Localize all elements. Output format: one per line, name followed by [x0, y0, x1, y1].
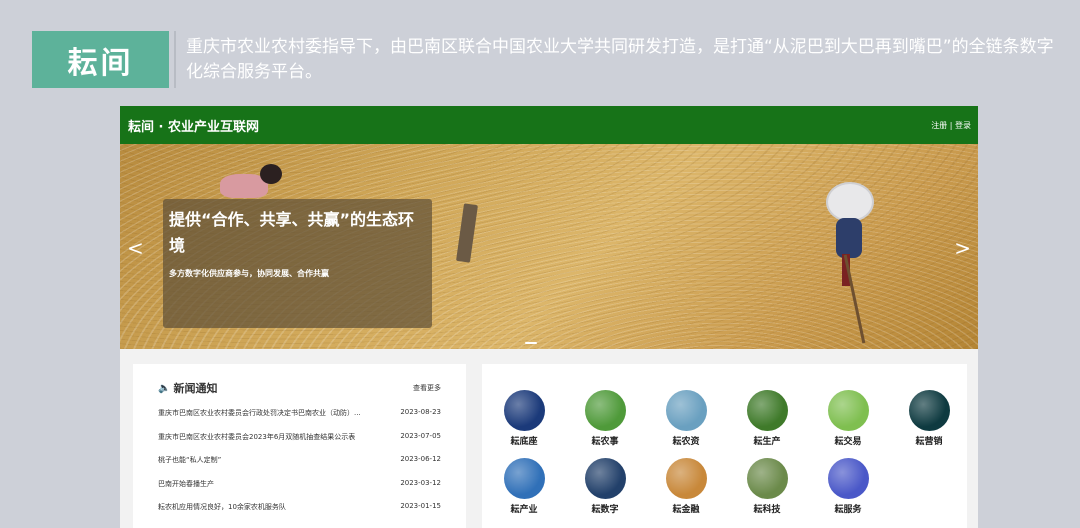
carousel-indicator[interactable] — [525, 342, 537, 344]
app-icon[interactable] — [746, 458, 788, 499]
app-tile[interactable]: 耘金融 — [656, 458, 716, 515]
divider — [174, 31, 176, 88]
app-tile[interactable]: 耘服务 — [818, 458, 878, 515]
app-icon[interactable] — [584, 390, 626, 431]
app-icon[interactable] — [503, 390, 545, 431]
app-label: 耘数字 — [591, 505, 619, 515]
register-login-link[interactable]: 注册 | 登录 — [931, 120, 971, 131]
banner-caption: 提供“合作、共享、共赢”的生态环境 多方数字化供应商参与，协同发展、合作共赢 — [163, 199, 432, 328]
app-label: 耘产业 — [510, 505, 538, 515]
more-link[interactable]: 查看更多 — [413, 383, 441, 393]
news-item-title[interactable]: 巴南开始春播生产 — [158, 479, 378, 489]
app-label: 耘底座 — [510, 437, 538, 447]
news-title-label: 新闻通知 — [173, 382, 218, 395]
banner-prev-arrow[interactable]: < — [127, 236, 144, 260]
app-icon[interactable] — [584, 458, 626, 499]
news-title: 🔈 新闻通知 — [158, 380, 217, 396]
news-item-title[interactable]: 重庆市巴南区农业农村委员会2023年6月双随机抽查结果公示表 — [158, 432, 378, 442]
news-item[interactable]: 桃子也能“私人定制” 2023-06-12 — [158, 455, 441, 479]
app-label: 耘营销 — [915, 437, 943, 447]
banner-rake — [456, 203, 478, 263]
news-item-date: 2023-08-23 — [400, 408, 441, 416]
app-tile[interactable]: 耘农事 — [575, 390, 635, 447]
news-item-date: 2023-07-05 — [400, 431, 441, 440]
app-label: 耘农资 — [672, 437, 700, 447]
banner-heading: 提供“合作、共享、共赢”的生态环境 — [169, 210, 415, 255]
description-text: 重庆市农业农村委指导下，由巴南区联合中国农业大学共同研发打造，是打通“从泥巴到大… — [186, 37, 1054, 82]
app-icon[interactable] — [827, 458, 869, 499]
app-label: 耘服务 — [834, 505, 862, 515]
banner-subheading: 多方数字化供应商参与，协同发展、合作共赢 — [169, 269, 329, 278]
app-label: 耘金融 — [672, 505, 700, 515]
app-label: 耘生产 — [753, 437, 781, 447]
news-item[interactable]: 重庆市巴南区农业农村委员会2023年6月双随机抽查结果公示表 2023-07-05 — [158, 432, 441, 456]
news-item-date: 2023-03-12 — [400, 478, 441, 487]
site-title[interactable]: 耘间 · 农业产业互联网 — [128, 116, 259, 135]
news-item-title[interactable]: 耘农机应用情况良好，10余家农机服务队 — [158, 502, 378, 512]
app-icon[interactable] — [746, 390, 788, 431]
app-label: 耘农事 — [591, 437, 619, 447]
app-tile[interactable]: 耘生产 — [737, 390, 797, 447]
app-label: 耘交易 — [834, 437, 862, 447]
speaker-icon: 🔈 — [158, 382, 171, 394]
news-item[interactable]: 重庆市巴南区农业农村委员会行政处罚决定书巴南农业（动防）... 2023-08-2… — [158, 408, 441, 432]
news-item-date: 2023-01-15 — [400, 502, 441, 510]
apps-panel: 耘底座 耘农事 耘农资 耘生产 耘交易 耘营销耘产业 耘数字 耘金融 耘科技 耘服务 — [482, 364, 967, 528]
news-item-title[interactable]: 桃子也能“私人定制” — [158, 455, 378, 465]
app-tile[interactable]: 耘农资 — [656, 390, 716, 447]
website-screenshot: 耘间 · 农业产业互联网 注册 | 登录 < > 提供“合作、共享、共赢”的生态… — [120, 106, 978, 528]
app-tile[interactable]: 耘科技 — [737, 458, 797, 515]
site-navbar: 耘间 · 农业产业互联网 注册 | 登录 — [120, 106, 978, 144]
app-tile[interactable]: 耘数字 — [575, 458, 635, 515]
news-item[interactable]: 巴南开始春播生产 2023-03-12 — [158, 479, 441, 503]
banner-worker-left — [220, 164, 282, 204]
app-tile[interactable]: 耘交易 — [818, 390, 878, 447]
news-item-title[interactable]: 重庆市巴南区农业农村委员会行政处罚决定书巴南农业（动防）... — [158, 408, 378, 418]
app-tile[interactable]: 耘产业 — [494, 458, 554, 515]
app-icon[interactable] — [665, 458, 707, 499]
app-label: 耘科技 — [753, 505, 781, 515]
news-panel: 🔈 新闻通知 查看更多 重庆市巴南区农业农村委员会行政处罚决定书巴南农业（动防）… — [133, 364, 466, 528]
banner-next-arrow[interactable]: > — [954, 236, 971, 260]
app-icon[interactable] — [827, 390, 869, 431]
app-tile[interactable]: 耘营销 — [899, 390, 959, 447]
title-badge: 耘间 — [32, 31, 169, 88]
hero-banner: < > 提供“合作、共享、共赢”的生态环境 多方数字化供应商参与，协同发展、合作… — [120, 144, 978, 349]
app-icon[interactable] — [503, 458, 545, 499]
news-item-date: 2023-06-12 — [400, 455, 441, 463]
app-icon[interactable] — [665, 390, 707, 431]
news-list: 重庆市巴南区农业农村委员会行政处罚决定书巴南农业（动防）... 2023-08-2… — [158, 408, 441, 526]
app-icon[interactable] — [908, 390, 950, 431]
app-tile[interactable]: 耘底座 — [494, 390, 554, 447]
banner-shadow — [972, 268, 978, 330]
news-item[interactable]: 耘农机应用情况良好，10余家农机服务队 2023-01-15 — [158, 502, 441, 526]
